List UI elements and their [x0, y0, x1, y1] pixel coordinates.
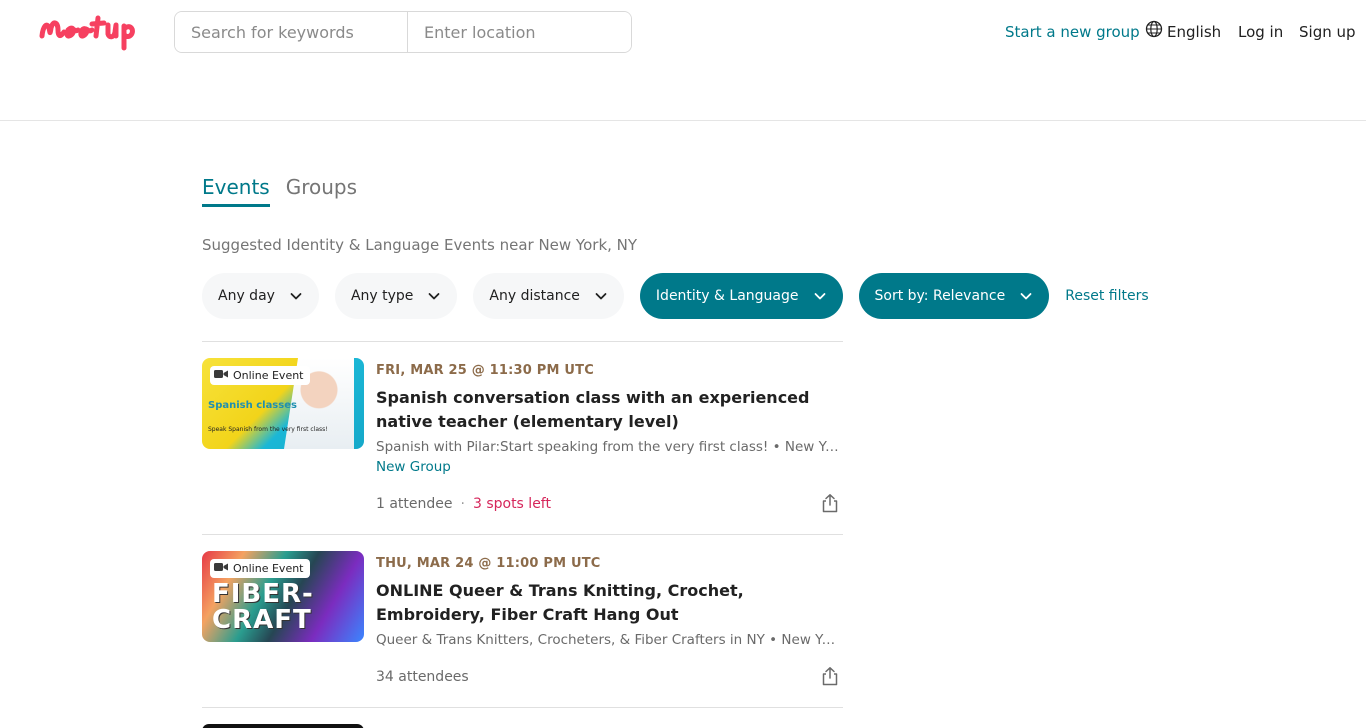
- share-icon[interactable]: [821, 493, 839, 513]
- thumbnail-subcaption: Speak Spanish from the very first class!: [208, 426, 328, 433]
- event-card[interactable]: Spanish classes Speak Spanish from the v…: [202, 341, 843, 534]
- video-camera-icon: [214, 369, 228, 382]
- event-details: THU, MAR 24 @ 11:00 PM UTC ONLINE Queer …: [376, 555, 841, 649]
- badge-label: Online Event: [233, 369, 304, 382]
- new-group-label: New Group: [376, 459, 451, 475]
- reset-filters-link[interactable]: Reset filters: [1065, 288, 1148, 304]
- location-input[interactable]: [407, 12, 631, 52]
- spots-left: 3 spots left: [472, 496, 551, 512]
- chevron-down-icon: [427, 289, 441, 303]
- login-link[interactable]: Log in: [1238, 21, 1283, 43]
- share-icon[interactable]: [821, 666, 839, 686]
- badge-label: Online Event: [233, 562, 304, 575]
- video-camera-icon: [214, 562, 228, 575]
- filter-label: Any day: [218, 288, 275, 304]
- separator-dot: ·: [460, 496, 465, 512]
- filter-label: Sort by: Relevance: [874, 288, 1006, 304]
- event-meta: 34 attendees: [376, 667, 469, 687]
- language-selector[interactable]: English: [1145, 20, 1222, 44]
- results-subtitle: Suggested Identity & Language Events nea…: [202, 236, 638, 254]
- filter-bar: Any day Any type Any distance Identity &…: [202, 273, 1149, 319]
- event-card[interactable]: [202, 707, 843, 728]
- filter-sort[interactable]: Sort by: Relevance: [858, 273, 1050, 319]
- search-bar: [174, 11, 632, 53]
- filter-label: Any type: [350, 288, 414, 304]
- meetup-logo[interactable]: [38, 10, 138, 52]
- online-event-badge: Online Event: [210, 559, 310, 578]
- globe-icon: [1145, 20, 1163, 44]
- event-group-name: Spanish with Pilar:Start speaking from t…: [376, 439, 841, 455]
- attendee-count: 34 attendees: [376, 669, 469, 685]
- event-group-name: Queer & Trans Knitters, Crocheters, & Fi…: [376, 632, 841, 648]
- attendee-count: 1 attendee: [376, 496, 453, 512]
- event-thumbnail[interactable]: [202, 724, 364, 728]
- event-list: Spanish classes Speak Spanish from the v…: [202, 341, 843, 728]
- online-event-badge: Online Event: [210, 366, 310, 385]
- event-meta: 1 attendee · 3 spots left: [376, 494, 551, 514]
- event-card[interactable]: FIBER-CRAFT Online Event THU, MAR 24 @ 1…: [202, 534, 843, 707]
- chevron-down-icon: [289, 289, 303, 303]
- event-title[interactable]: ONLINE Queer & Trans Knitting, Crochet, …: [376, 579, 841, 627]
- tab-events[interactable]: Events: [202, 172, 270, 207]
- event-thumbnail[interactable]: FIBER-CRAFT Online Event: [202, 551, 364, 642]
- signup-link[interactable]: Sign up: [1299, 21, 1356, 43]
- chevron-down-icon: [594, 289, 608, 303]
- result-tabs: Events Groups: [202, 172, 357, 207]
- filter-label: Any distance: [489, 288, 580, 304]
- tab-groups[interactable]: Groups: [286, 172, 357, 207]
- thumbnail-caption: Spanish classes: [208, 400, 297, 411]
- filter-label: Identity & Language: [655, 288, 799, 304]
- event-title[interactable]: Spanish conversation class with an exper…: [376, 386, 841, 434]
- filter-category[interactable]: Identity & Language: [639, 273, 843, 319]
- keyword-search-input[interactable]: [175, 12, 407, 52]
- event-details: FRI, MAR 25 @ 11:30 PM UTC Spanish conve…: [376, 362, 841, 477]
- start-new-group-link[interactable]: Start a new group: [1005, 21, 1140, 43]
- site-header: Start a new group English Log in Sign up: [0, 0, 1366, 121]
- filter-any-day[interactable]: Any day: [202, 273, 319, 319]
- event-thumbnail[interactable]: Spanish classes Speak Spanish from the v…: [202, 358, 364, 449]
- chevron-down-icon: [1019, 289, 1033, 303]
- language-label: English: [1167, 23, 1222, 41]
- event-date: THU, MAR 24 @ 11:00 PM UTC: [376, 556, 601, 571]
- thumbnail-caption: FIBER-CRAFT: [212, 579, 314, 635]
- filter-any-distance[interactable]: Any distance: [473, 273, 624, 319]
- event-date: FRI, MAR 25 @ 11:30 PM UTC: [376, 363, 594, 378]
- filter-any-type[interactable]: Any type: [334, 273, 458, 319]
- chevron-down-icon: [813, 289, 827, 303]
